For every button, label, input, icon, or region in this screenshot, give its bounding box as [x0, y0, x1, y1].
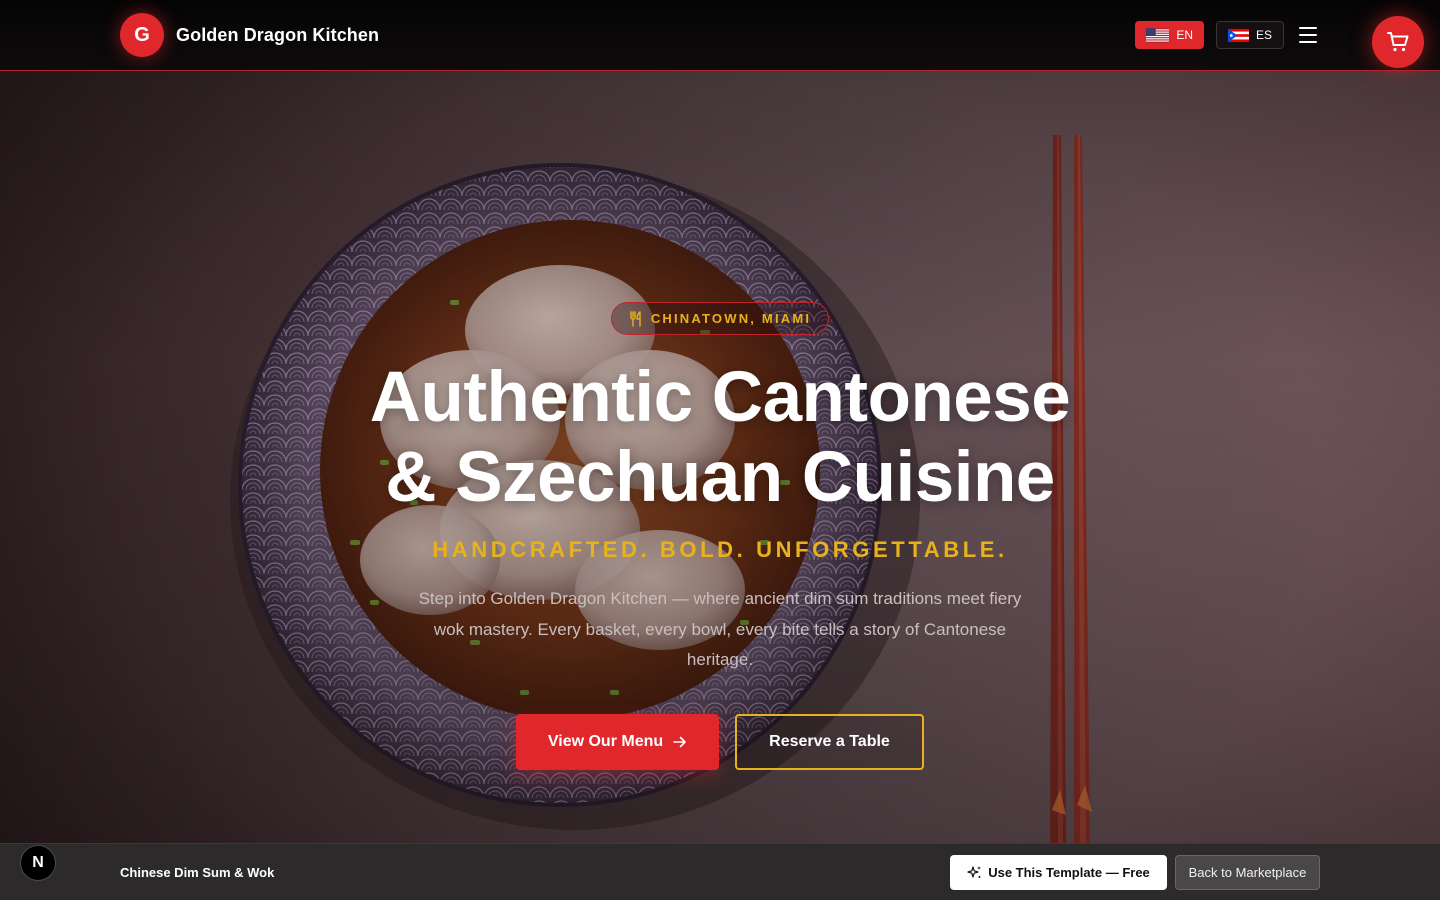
arrow-right-icon [673, 736, 686, 748]
language-en-button[interactable]: EN [1135, 21, 1204, 49]
dev-tools-badge[interactable]: N [20, 845, 56, 881]
utensils-icon [630, 310, 641, 327]
location-label: CHINATOWN, MIAMI [650, 311, 812, 326]
dev-tools-badge-letter: N [32, 854, 44, 871]
template-bottom-bar: Chinese Dim Sum & Wok Use This Template … [0, 843, 1440, 900]
view-menu-label: View Our Menu [547, 733, 664, 750]
back-to-marketplace-button[interactable]: Back to Marketplace [1175, 855, 1320, 890]
hero-title-line-1: Authentic Cantonese [369, 358, 1071, 437]
view-menu-button[interactable]: View Our Menu [516, 714, 719, 770]
cart-button[interactable] [1372, 16, 1424, 68]
top-navbar: G Golden Dragon Kitchen EN ES [0, 0, 1440, 71]
hero-tagline: HANDCRAFTED. BOLD. UNFORGETTABLE. [432, 537, 1008, 562]
brand-link[interactable]: G Golden Dragon Kitchen [120, 13, 379, 57]
hero-title: Authentic Cantonese & Szechuan Cuisine [300, 358, 1140, 518]
use-template-button[interactable]: Use This Template — Free [950, 855, 1167, 890]
language-en-label: EN [1176, 28, 1193, 42]
use-template-label: Use This Template — Free [988, 865, 1150, 880]
language-es-button[interactable]: ES [1216, 21, 1284, 49]
brand-name: Golden Dragon Kitchen [176, 24, 380, 45]
hero-title-line-2: & Szechuan Cuisine [385, 438, 1055, 517]
shopping-cart-icon [1387, 32, 1409, 52]
us-flag-icon [1146, 27, 1170, 43]
language-es-label: ES [1255, 28, 1272, 42]
reserve-table-label: Reserve a Table [769, 733, 890, 750]
hamburger-menu-button[interactable] [1296, 23, 1320, 47]
reserve-table-button[interactable]: Reserve a Table [735, 714, 924, 770]
back-to-marketplace-label: Back to Marketplace [1188, 865, 1307, 880]
hero-description: Step into Golden Dragon Kitchen — where … [418, 589, 1022, 669]
template-name: Chinese Dim Sum & Wok [120, 865, 275, 880]
location-badge: CHINATOWN, MIAMI [611, 302, 829, 335]
puerto-rico-flag-icon [1228, 28, 1249, 42]
brand-logo: G [120, 13, 164, 57]
sparkles-icon [967, 866, 982, 878]
